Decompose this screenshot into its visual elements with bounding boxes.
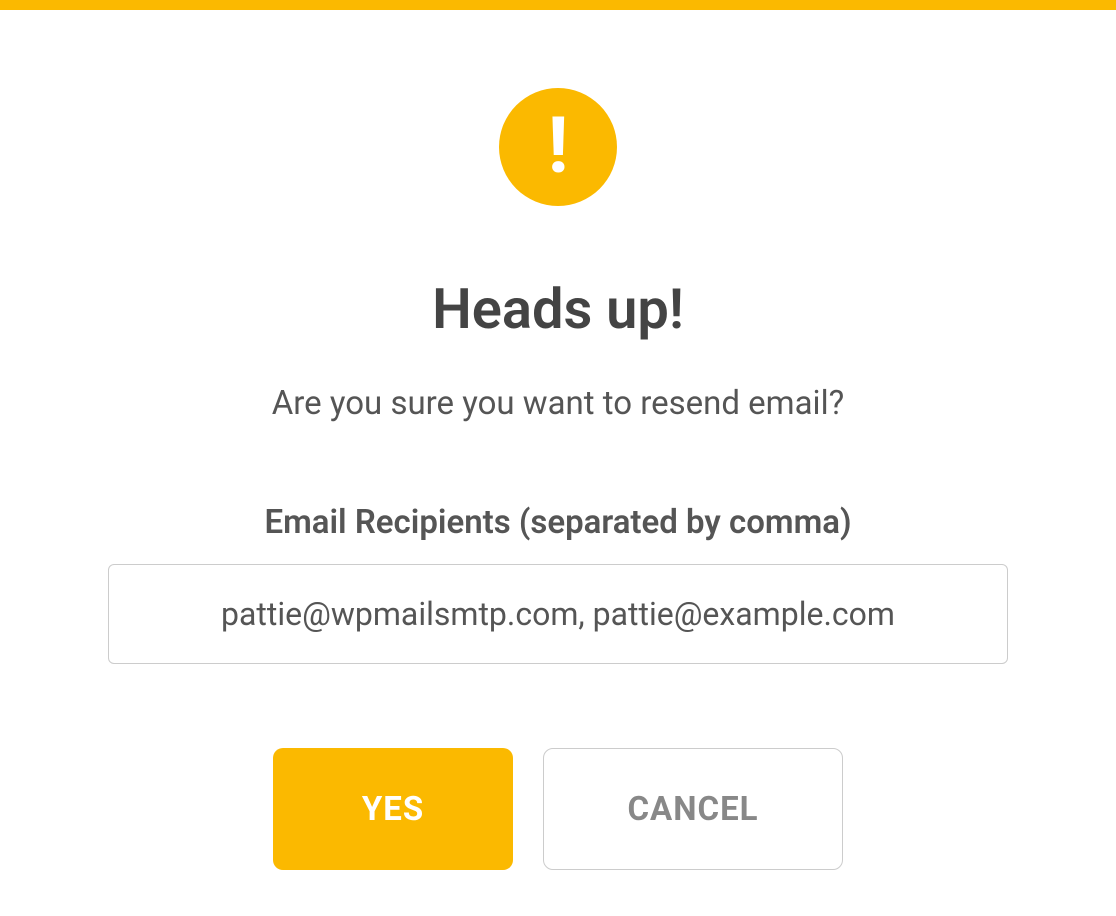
dialog-title: Heads up! (432, 276, 684, 342)
warning-icon: ! (499, 88, 617, 206)
cancel-button[interactable]: CANCEL (543, 748, 843, 870)
recipients-label: Email Recipients (separated by comma) (264, 503, 851, 542)
dialog-subtitle: Are you sure you want to resend email? (272, 384, 844, 423)
confirmation-dialog: ! Heads up! Are you sure you want to res… (0, 10, 1116, 870)
recipients-input[interactable] (108, 564, 1008, 664)
dialog-top-bar (0, 0, 1116, 10)
yes-button[interactable]: YES (273, 748, 513, 870)
exclamation-mark: ! (547, 108, 568, 186)
dialog-button-row: YES CANCEL (273, 748, 843, 870)
